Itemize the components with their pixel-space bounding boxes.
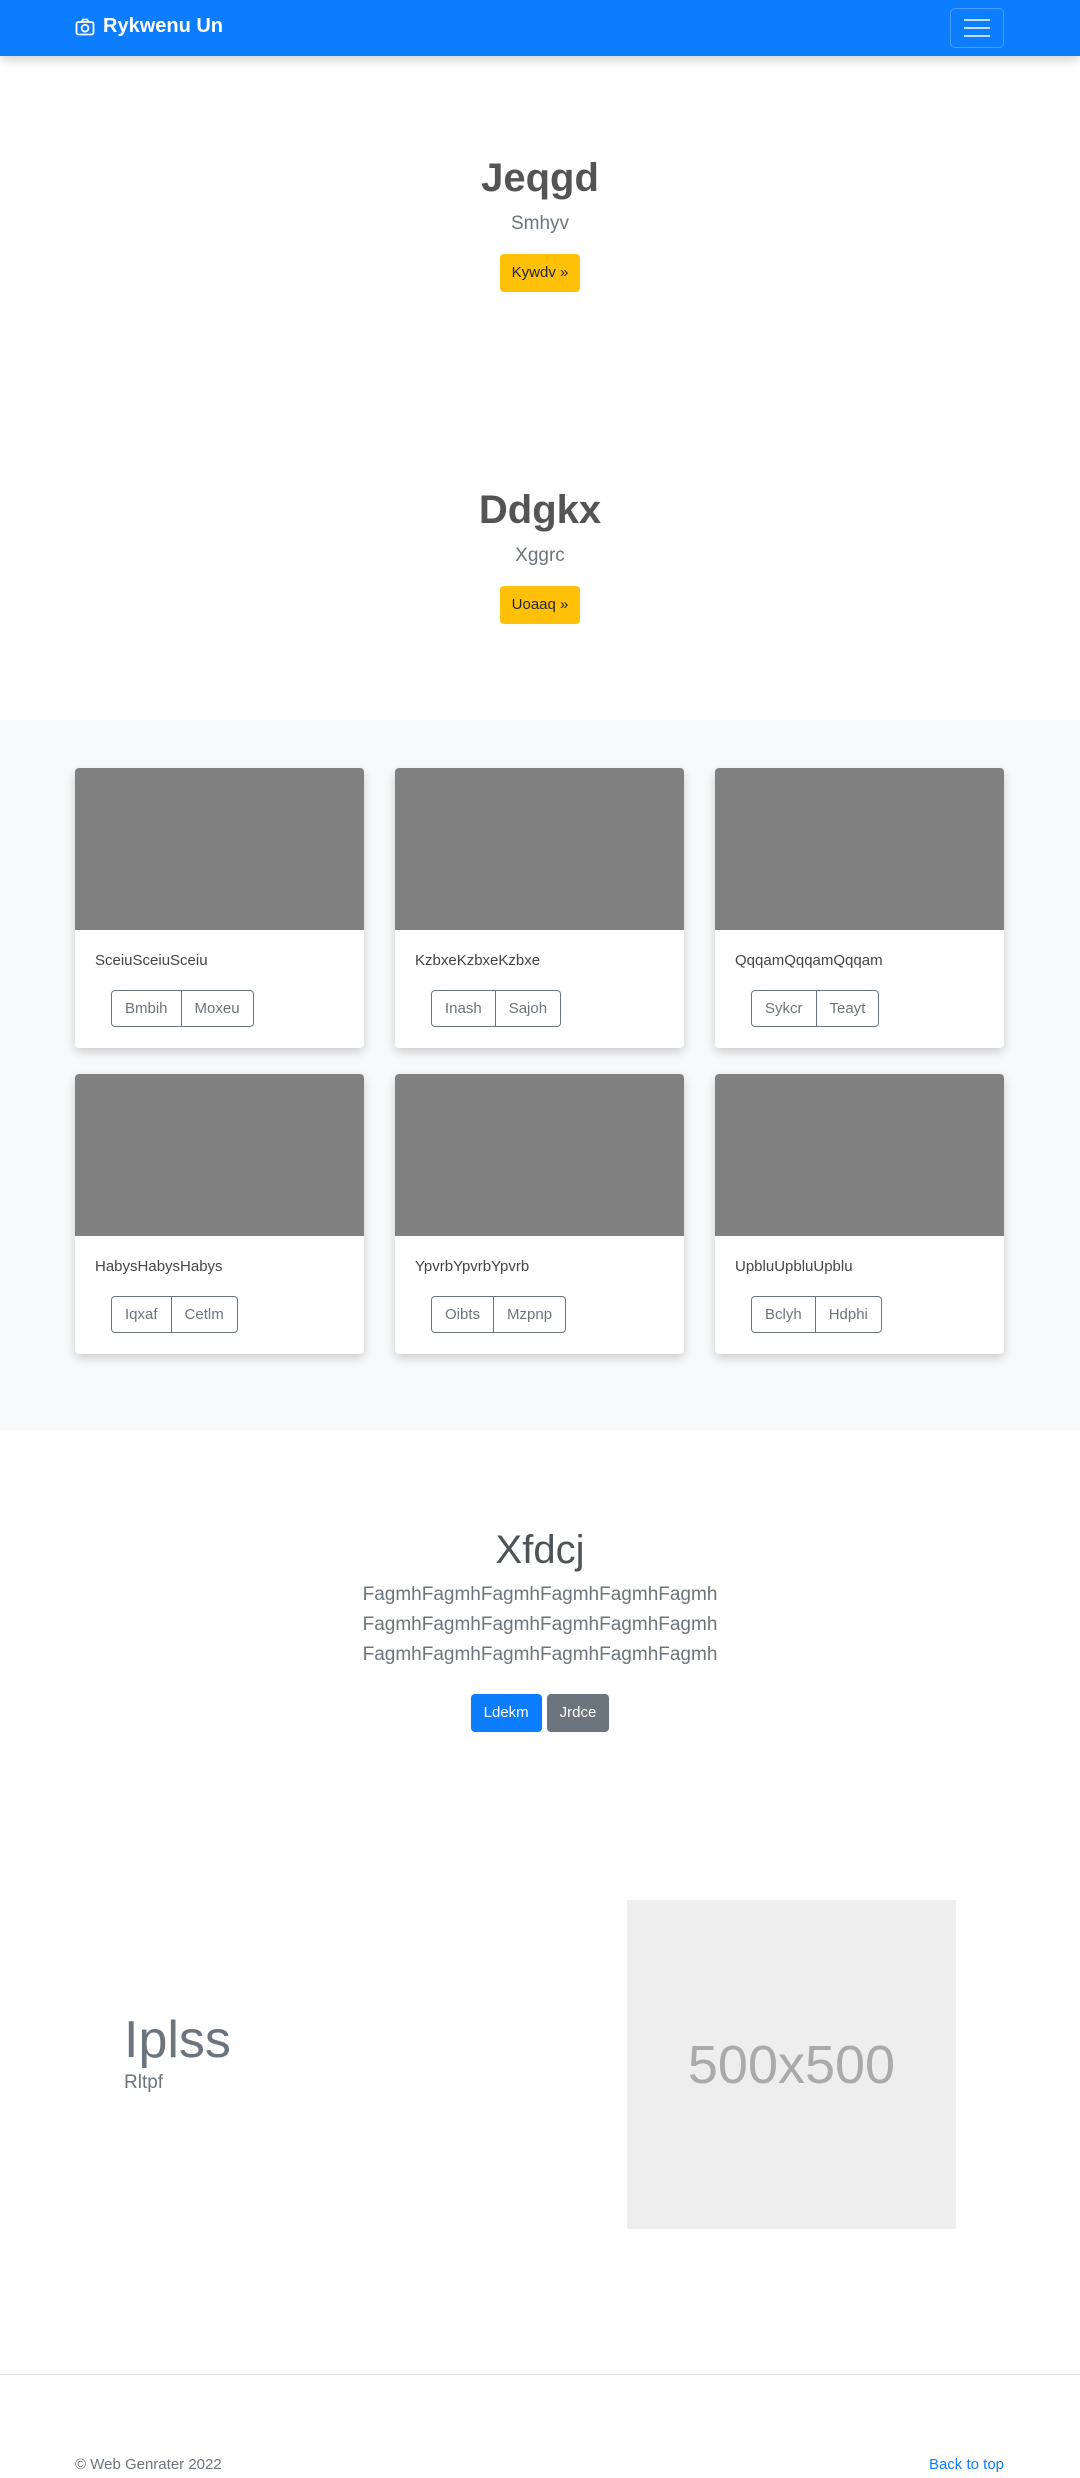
album-card: KzbxeKzbxeKzbxe Inash Sajoh [395,768,684,1048]
card-button[interactable]: Bmbih [111,990,182,1027]
featurette-subheading: Rltpf [124,2072,164,2093]
card-button[interactable]: Inash [431,990,496,1027]
card-button-group: Sykcr Teayt [751,990,880,1027]
card-button-group: Bmbih Moxeu [111,990,254,1027]
jumbotron-section: Xfdcj FagmhFagmhFagmhFagmhFagmhFagmh Fag… [0,1520,1080,1732]
album-card: QqqamQqqamQqqam Sykcr Teayt [715,768,1004,1048]
jumbotron-buttons: Ldekm Jrdce [470,1694,610,1732]
album-card: YpvrbYpvrbYpvrb Oibts Mzpnp [395,1074,684,1354]
hero-section-2: Ddgkx Xggrc Uoaaq » [0,486,1080,624]
secondary-button[interactable]: Jrdce [546,1694,610,1732]
jumbotron-line: FagmhFagmhFagmhFagmhFagmhFagmh [362,1614,718,1635]
placeholder-label: 500x500 [687,2034,896,2095]
card-text: QqqamQqqamQqqam [735,952,883,969]
hero-2-button[interactable]: Uoaaq » [499,586,581,624]
card-text: YpvrbYpvrbYpvrb [415,1258,530,1275]
album-card: HabysHabysHabys Iqxaf Cetlm [75,1074,364,1354]
navbar-toggler-button[interactable] [950,8,1004,48]
hero-1-title: Jeqgd [481,156,599,200]
card-button[interactable]: Mzpnp [494,1296,567,1333]
card-thumbnail [75,1074,364,1236]
card-button-group: Iqxaf Cetlm [111,1296,238,1333]
primary-button[interactable]: Ldekm [470,1694,542,1732]
album-section: SceiuSceiuSceiu Bmbih Moxeu KzbxeKzbxeKz… [0,720,1080,1430]
placeholder-image: 500x500 [627,1900,956,2229]
card-button[interactable]: Moxeu [181,990,254,1027]
navbar: Rykwenu Un [0,0,1080,56]
hero-1-subtitle: Smhyv [510,213,570,234]
card-thumbnail [395,768,684,930]
back-to-top-link[interactable]: Back to top [929,2456,1004,2473]
card-thumbnail [715,768,1004,930]
card-button-group: Bclyh Hdphi [751,1296,882,1333]
featurette-heading: Iplss [124,2011,231,2069]
camera-icon [75,18,95,35]
hamburger-menu-icon [964,19,990,37]
card-button[interactable]: Cetlm [171,1296,238,1333]
album-card: UpbluUpbluUpblu Bclyh Hdphi [715,1074,1004,1354]
card-text: HabysHabysHabys [95,1258,223,1275]
hero-2-title: Ddgkx [478,488,602,532]
brand-name: Rykwenu Un [103,15,224,37]
hero-section-1: Jeqgd Smhyv Kywdv » [0,154,1080,292]
card-text: UpbluUpbluUpblu [735,1258,853,1275]
brand-link[interactable]: Rykwenu Un [75,15,223,38]
card-thumbnail [715,1074,1004,1236]
card-button-group: Inash Sajoh [431,990,562,1027]
card-button[interactable]: Hdphi [815,1296,882,1333]
card-button[interactable]: Oibts [431,1296,495,1333]
hero-1-button[interactable]: Kywdv » [499,254,581,292]
card-button-group: Oibts Mzpnp [431,1296,567,1333]
jumbotron-line: FagmhFagmhFagmhFagmhFagmhFagmh [362,1644,718,1665]
footer-copyright: © Web Genrater 2022 [75,2456,222,2473]
card-text: SceiuSceiuSceiu [95,952,208,969]
card-thumbnail [395,1074,684,1236]
card-button[interactable]: Bclyh [751,1296,816,1333]
card-text: KzbxeKzbxeKzbxe [415,952,541,969]
jumbotron-line: FagmhFagmhFagmhFagmhFagmhFagmh [362,1584,718,1605]
hero-2-subtitle: Xggrc [515,545,565,566]
card-button[interactable]: Teayt [816,990,880,1027]
album-card: SceiuSceiuSceiu Bmbih Moxeu [75,768,364,1048]
card-thumbnail [75,768,364,930]
card-button[interactable]: Sajoh [495,990,562,1027]
jumbotron-title: Xfdcj [495,1528,585,1572]
card-button[interactable]: Sykcr [751,990,817,1027]
card-button[interactable]: Iqxaf [111,1296,172,1333]
footer-divider [0,2374,1080,2375]
